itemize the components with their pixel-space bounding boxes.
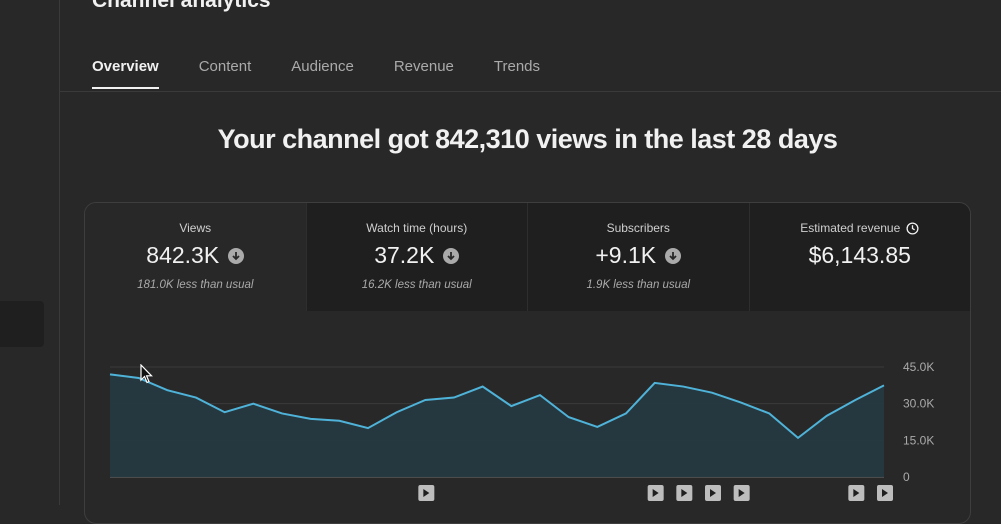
- metric-subscribers[interactable]: Subscribers +9.1K 1.9K less than usual: [527, 203, 749, 311]
- arrow-down-icon: [228, 247, 245, 264]
- video-published-marker[interactable]: [877, 485, 893, 501]
- tab-content[interactable]: Content: [199, 52, 252, 89]
- tab-overview[interactable]: Overview: [92, 52, 159, 89]
- y-tick-label: 45.0K: [903, 360, 934, 374]
- main-content: Channel analytics Overview Content Audie…: [60, 0, 1001, 524]
- video-published-marker[interactable]: [676, 485, 693, 501]
- analytics-card: Views 842.3K 181.0K less than usual Watc…: [84, 202, 971, 524]
- video-published-marker[interactable]: [705, 485, 721, 501]
- mouse-cursor-icon: [140, 364, 153, 384]
- tabs-divider: [60, 91, 1001, 92]
- metric-label: Views: [179, 221, 212, 235]
- clock-icon: [906, 221, 919, 235]
- arrow-down-icon: [665, 247, 682, 264]
- metric-value: +9.1K: [595, 242, 657, 268]
- summary-headline: Your channel got 842,310 views in the la…: [217, 124, 838, 154]
- page-title: Channel analytics: [92, 0, 271, 12]
- views-area: [110, 374, 884, 477]
- views-line-chart: 0 15.0K 30.0K 45.0K: [109, 360, 934, 501]
- metric-estimated-revenue[interactable]: Estimated revenue $6,143.85: [748, 203, 970, 311]
- metric-label: Subscribers: [606, 221, 670, 235]
- tab-trends[interactable]: Trends: [494, 52, 540, 89]
- left-sidebar: [0, 0, 60, 505]
- tab-revenue[interactable]: Revenue: [394, 52, 454, 89]
- metric-tabs: Views 842.3K 181.0K less than usual Watc…: [85, 203, 970, 311]
- video-published-marker[interactable]: [647, 485, 664, 501]
- metric-watch-time[interactable]: Watch time (hours) 37.2K 16.2K less than…: [305, 203, 527, 311]
- metric-value: 842.3K: [146, 242, 220, 268]
- y-tick-label: 30.0K: [903, 397, 934, 411]
- metric-views[interactable]: Views 842.3K 181.0K less than usual: [85, 203, 306, 311]
- y-tick-label: 0: [903, 470, 910, 484]
- metric-value: 37.2K: [374, 242, 435, 268]
- sidebar-selected-item[interactable]: [0, 301, 44, 347]
- video-published-marker[interactable]: [418, 485, 435, 501]
- metric-label: Watch time (hours): [366, 221, 468, 235]
- metric-comparison: 1.9K less than usual: [586, 279, 691, 291]
- y-tick-label: 15.0K: [903, 433, 934, 447]
- tab-audience[interactable]: Audience: [291, 52, 354, 89]
- metric-comparison: 16.2K less than usual: [361, 279, 472, 291]
- video-published-marker[interactable]: [733, 485, 750, 501]
- analytics-tabs: Overview Content Audience Revenue Trends: [92, 52, 580, 89]
- metric-label: Estimated revenue: [800, 221, 901, 235]
- views-chart: 0 15.0K 30.0K 45.0K: [85, 311, 970, 523]
- arrow-down-icon: [443, 247, 460, 264]
- metric-value: $6,143.85: [808, 242, 911, 268]
- metric-comparison: 181.0K less than usual: [137, 279, 254, 291]
- video-published-marker[interactable]: [848, 485, 865, 501]
